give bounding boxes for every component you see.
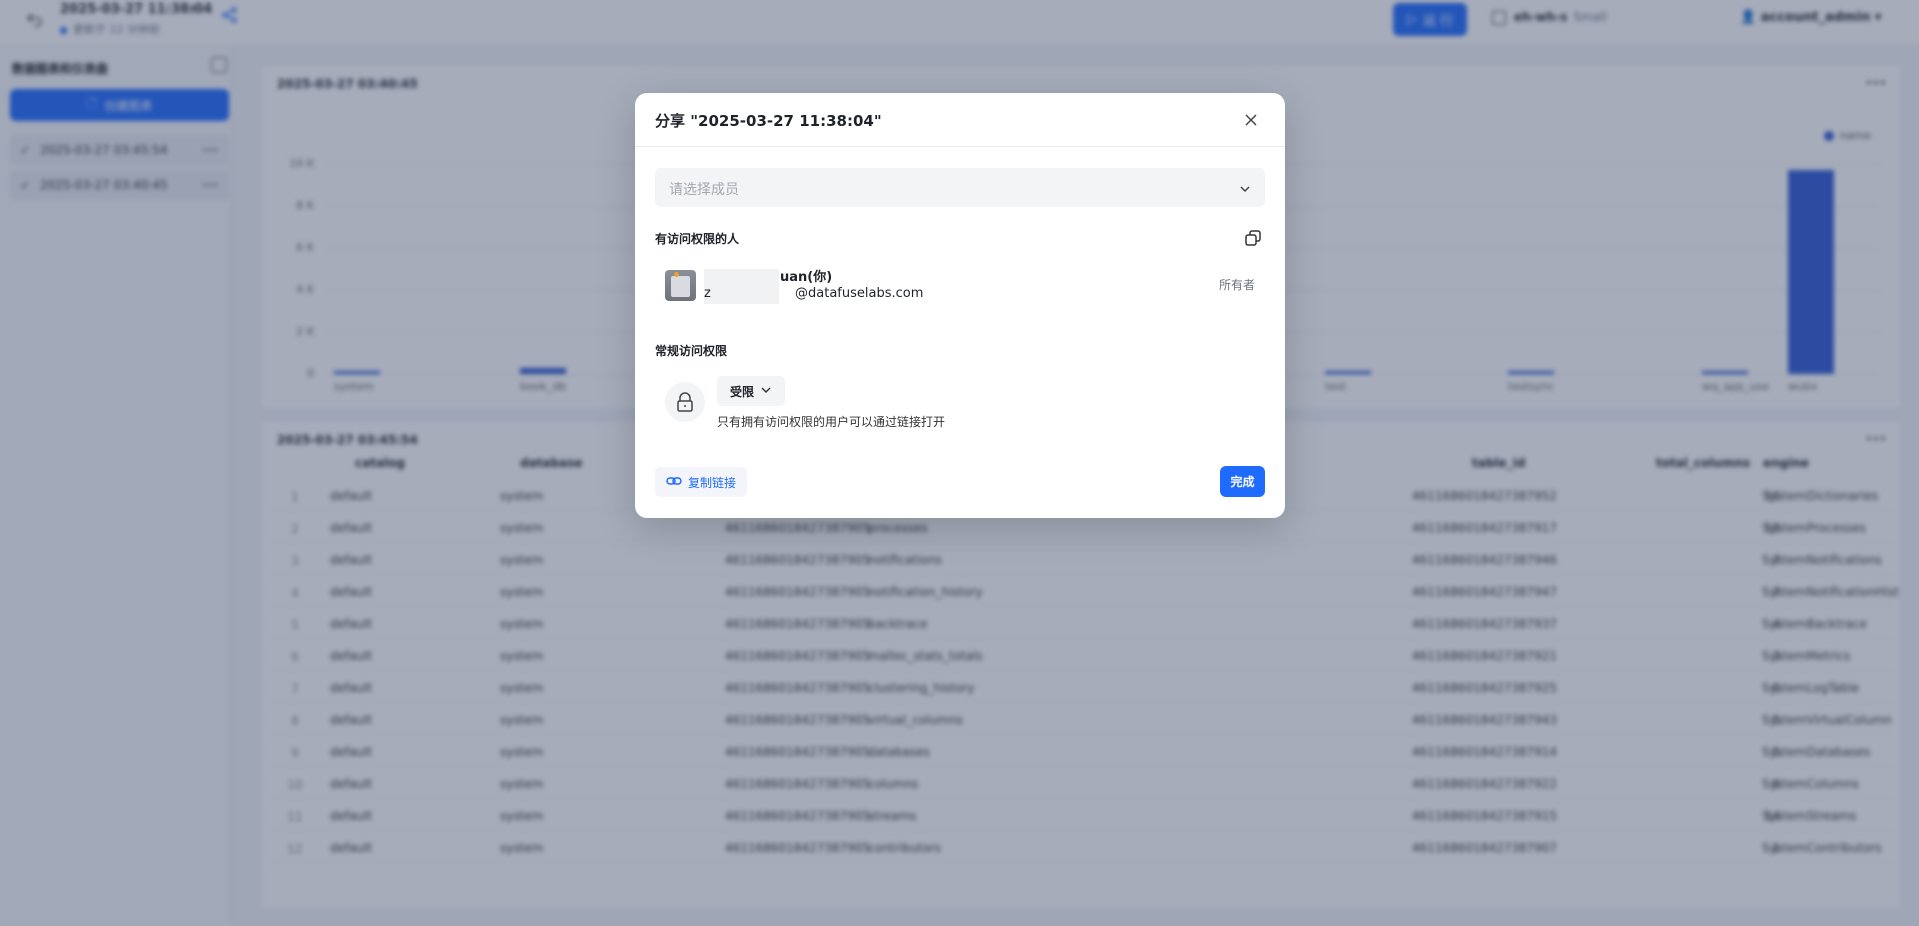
access-level-dropdown[interactable]: 受限 [717,376,785,406]
done-button[interactable]: 完成 [1220,466,1265,497]
owner-role: 所有者 [1219,278,1256,292]
dialog-header: 分享 "2025-03-27 11:38:04" [635,93,1285,147]
member-select-placeholder: 请选择成员 [669,182,739,198]
chevron-down-icon [760,384,772,399]
access-description: 只有拥有访问权限的用户可以通过链接打开 [717,415,946,429]
redacted-block [704,269,779,304]
member-email-prefix: z [704,286,711,301]
member-email: @datafuselabs.com [795,286,924,301]
general-access-label: 常规访问权限 [655,344,728,358]
chevron-down-icon [1238,181,1252,195]
member-select[interactable]: 请选择成员 [655,168,1265,207]
copy-link-label: 复制链接 [687,475,736,490]
avatar [665,270,696,301]
dialog-title: 分享 "2025-03-27 11:38:04" [655,112,882,130]
close-icon[interactable] [1241,110,1261,130]
copy-icon[interactable] [1244,229,1262,247]
share-dialog: 分享 "2025-03-27 11:38:04" 请选择成员 有访问权限的人 u… [635,93,1285,518]
people-with-access-label: 有访问权限的人 [655,232,740,246]
member-name: uan(你) [780,270,833,285]
access-level-label: 受限 [729,384,754,399]
lock-icon [665,382,705,422]
copy-link-button[interactable]: 复制链接 [655,467,747,497]
link-icon [666,475,682,490]
